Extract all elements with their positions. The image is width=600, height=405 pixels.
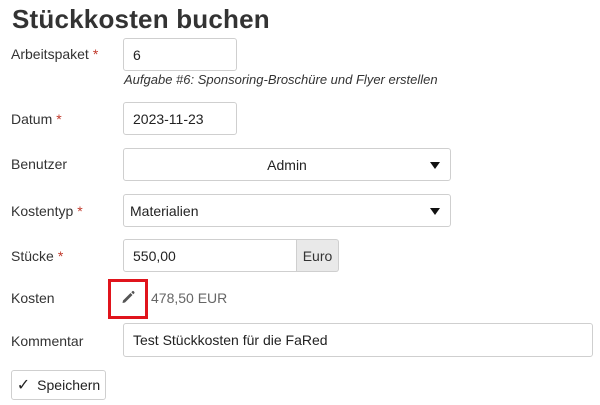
stuecke-label: Stücke * [11, 248, 63, 264]
arbeitspaket-hint: Aufgabe #6: Sponsoring-Broschüre und Fly… [124, 72, 438, 87]
kommentar-input[interactable]: Test Stückkosten für die FaRed [123, 323, 593, 357]
page-title: Stückkosten buchen [12, 4, 270, 34]
arbeitspaket-input[interactable]: 6 [123, 38, 237, 71]
datum-label: Datum * [11, 111, 62, 127]
required-marker: * [77, 203, 83, 219]
save-button-label: Speichern [37, 377, 101, 393]
stuecke-label-text: Stücke [11, 248, 54, 264]
benutzer-label: Benutzer [11, 156, 68, 172]
kommentar-value: Test Stückkosten für die FaRed [133, 332, 328, 348]
datum-label-text: Datum [11, 111, 53, 127]
datum-input[interactable]: 2023-11-23 [123, 102, 237, 135]
kostentyp-label-text: Kostentyp [11, 203, 74, 219]
check-icon: ✓ [16, 377, 31, 394]
save-button[interactable]: ✓ Speichern [11, 370, 106, 400]
chevron-down-icon [430, 207, 440, 215]
required-marker: * [92, 46, 99, 62]
arbeitspaket-value: 6 [133, 46, 141, 63]
required-marker: * [56, 111, 62, 127]
unit-addon: Euro [297, 239, 339, 272]
kostentyp-selected-value: Materialien [130, 202, 199, 219]
cost-value: 478,50 EUR [151, 290, 228, 306]
stuecke-input[interactable]: 550,00 [123, 239, 297, 272]
arbeitspaket-label: Arbeitspaket * [11, 46, 98, 62]
stuecke-value: 550,00 [133, 247, 176, 264]
pencil-icon [120, 289, 136, 310]
arbeitspaket-label-text: Arbeitspaket [11, 46, 89, 62]
edit-cost-button[interactable] [108, 279, 148, 319]
kommentar-label: Kommentar [11, 333, 84, 349]
benutzer-select[interactable]: Admin [123, 148, 451, 181]
datum-value: 2023-11-23 [133, 110, 204, 127]
kosten-label: Kosten [11, 290, 55, 306]
benutzer-selected-value: Admin [267, 156, 307, 173]
kostentyp-label: Kostentyp * [11, 203, 83, 219]
kostentyp-select[interactable]: Materialien [123, 194, 451, 227]
required-marker: * [57, 248, 64, 264]
chevron-down-icon [430, 161, 440, 169]
